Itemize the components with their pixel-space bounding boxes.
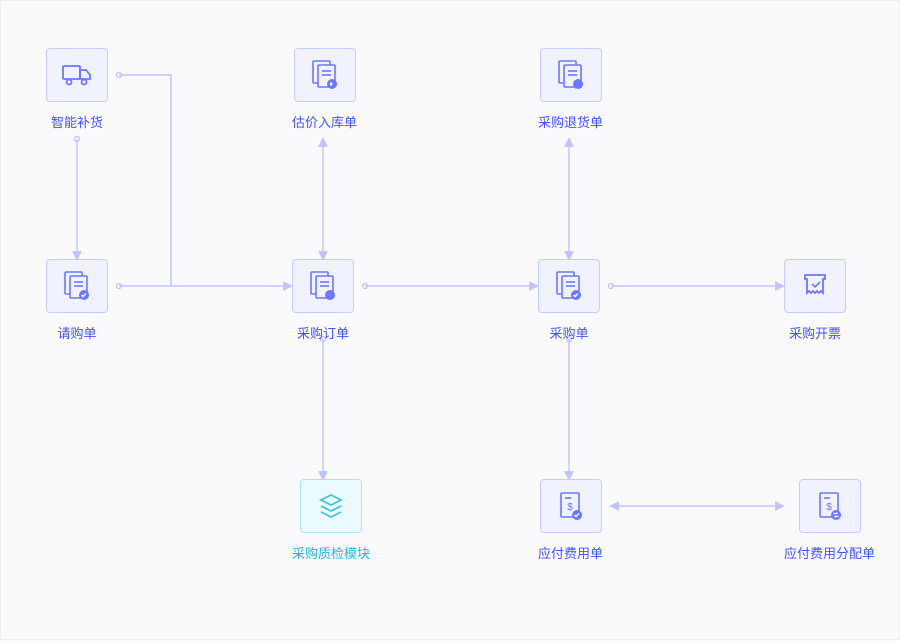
- svg-text:退: 退: [574, 81, 580, 89]
- node-label: 采购单: [549, 323, 588, 342]
- doc-return-icon: 退: [540, 48, 602, 102]
- doc-money-check-icon: $: [540, 479, 602, 533]
- svg-text:$: $: [826, 502, 832, 513]
- node-smart-replenish[interactable]: 智能补货: [46, 48, 108, 131]
- truck-icon: [46, 48, 108, 102]
- node-label: 智能补货: [51, 112, 103, 131]
- node-purchase-invoice[interactable]: 采购开票: [784, 259, 846, 342]
- node-purchase-doc[interactable]: 采购单: [538, 259, 600, 342]
- node-label: 采购订单: [297, 323, 349, 342]
- doc-order-icon: 订: [292, 259, 354, 313]
- node-qc-module[interactable]: 采购质检模块: [292, 479, 370, 562]
- node-purchase-order[interactable]: 订 采购订单: [292, 259, 354, 342]
- invoice-icon: [784, 259, 846, 313]
- doc-arrow-icon: [294, 48, 356, 102]
- node-purchase-return[interactable]: 退 采购退货单: [538, 48, 603, 131]
- node-valuation-inbound[interactable]: 估价入库单: [292, 48, 357, 131]
- doc-check-icon: [538, 259, 600, 313]
- node-payable-expense-alloc[interactable]: $ 应付费用分配单: [784, 479, 875, 562]
- node-label: 请购单: [57, 323, 96, 342]
- node-purchase-request[interactable]: 请购单: [46, 259, 108, 342]
- node-label: 应付费用分配单: [784, 543, 875, 562]
- doc-check-icon: [46, 259, 108, 313]
- doc-money-swap-icon: $: [799, 479, 861, 533]
- svg-text:订: 订: [327, 293, 333, 300]
- node-payable-expense[interactable]: $ 应付费用单: [538, 479, 603, 562]
- node-label: 估价入库单: [292, 112, 357, 131]
- node-label: 应付费用单: [538, 543, 603, 562]
- connector-lines: [1, 1, 900, 641]
- node-label: 采购开票: [789, 323, 841, 342]
- svg-text:$: $: [567, 502, 573, 513]
- diagram-canvas: 智能补货 估价入库单 退 采购退货单: [1, 1, 899, 639]
- node-label: 采购质检模块: [292, 543, 370, 562]
- node-label: 采购退货单: [538, 112, 603, 131]
- stack-icon: [300, 479, 362, 533]
